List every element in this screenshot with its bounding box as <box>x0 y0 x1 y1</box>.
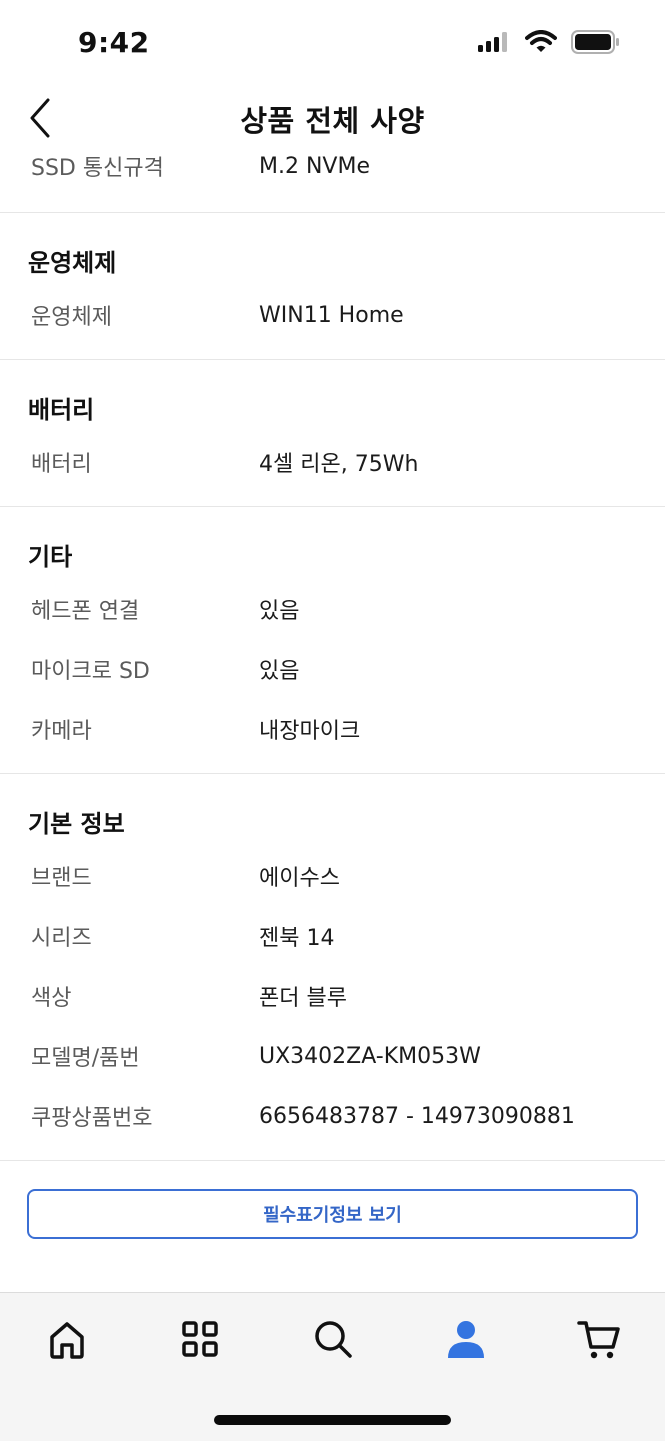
spec-value: WIN11 Home <box>259 302 404 328</box>
spec-row: 쿠팡상품번호 6656483787 - 14973090881 <box>0 1086 665 1146</box>
spec-label: 마이크로 SD <box>31 659 150 684</box>
tab-search[interactable] <box>309 1315 357 1363</box>
tab-cart[interactable] <box>575 1315 623 1363</box>
spec-row: 헤드폰 연결 있음 <box>0 579 665 639</box>
spec-value: M.2 NVMe <box>259 153 370 179</box>
spec-value: 4셀 리온, 75Wh <box>259 452 419 477</box>
cellular-signal-icon <box>478 32 507 52</box>
spec-label: 시리즈 <box>31 926 92 951</box>
cart-icon <box>577 1321 620 1359</box>
wifi-icon <box>525 30 557 52</box>
status-time: 9:42 <box>78 26 150 59</box>
user-icon <box>448 1321 484 1358</box>
spec-row: 시리즈 젠북 14 <box>0 906 665 966</box>
tab-home[interactable] <box>43 1315 91 1363</box>
spec-value: 에이수스 <box>259 866 340 891</box>
spec-row: 마이크로 SD 있음 <box>0 639 665 699</box>
required-info-button[interactable]: 필수표기정보 보기 <box>27 1189 638 1239</box>
spec-row: 모델명/품번 UX3402ZA-KM053W <box>0 1026 665 1086</box>
spec-section-etc: 기타 헤드폰 연결 있음 마이크로 SD 있음 카메라 내장마이크 <box>0 507 665 773</box>
spec-label: 쿠팡상품번호 <box>31 1106 153 1131</box>
spec-row: 색상 폰더 블루 <box>0 966 665 1026</box>
section-title: 운영체제 <box>28 249 117 277</box>
spec-value: 6656483787 - 14973090881 <box>259 1103 575 1129</box>
spec-value: 폰더 블루 <box>259 986 347 1011</box>
tab-categories[interactable] <box>176 1315 224 1363</box>
spec-label: 배터리 <box>31 452 92 477</box>
spec-list: SSD 통신규격 M.2 NVMe 운영체제 운영체제 WIN11 Home 배… <box>0 138 665 1239</box>
spec-row: 배터리 4셀 리온, 75Wh <box>0 432 665 492</box>
page-title: 상품 전체 사양 <box>240 104 425 138</box>
tab-my-account[interactable] <box>442 1315 490 1363</box>
status-bar: 9:42 <box>0 0 665 90</box>
spec-label: 모델명/품번 <box>31 1046 140 1071</box>
spec-label: 카메라 <box>31 719 92 744</box>
section-title: 배터리 <box>28 396 95 424</box>
spec-section-battery: 배터리 배터리 4셀 리온, 75Wh <box>0 360 665 506</box>
action-area: 필수표기정보 보기 <box>0 1161 665 1239</box>
search-icon <box>315 1321 352 1358</box>
spec-section-basic-info: 기본 정보 브랜드 에이수스 시리즈 젠북 14 색상 폰더 블루 모델명/품번… <box>0 774 665 1160</box>
home-indicator <box>214 1415 451 1425</box>
spec-label: 운영체제 <box>31 305 112 330</box>
spec-label: 헤드폰 연결 <box>31 599 140 624</box>
home-icon <box>50 1322 84 1359</box>
spec-row: 카메라 내장마이크 <box>0 699 665 759</box>
spec-section-os: 운영체제 운영체제 WIN11 Home <box>0 213 665 359</box>
categories-grid-icon <box>182 1321 218 1357</box>
section-title: 기본 정보 <box>28 810 125 838</box>
spec-value: 있음 <box>259 659 300 684</box>
spec-label: 브랜드 <box>31 866 92 891</box>
battery-icon <box>571 30 619 54</box>
spec-label: 색상 <box>31 986 72 1011</box>
section-title: 기타 <box>28 543 73 571</box>
status-icons <box>477 30 621 54</box>
spec-value: 내장마이크 <box>259 719 361 744</box>
spec-row: SSD 통신규격 M.2 NVMe <box>0 138 665 194</box>
spec-section-storage-partial: SSD 통신규격 M.2 NVMe <box>0 138 665 212</box>
spec-row: 브랜드 에이수스 <box>0 846 665 906</box>
spec-value: UX3402ZA-KM053W <box>259 1043 481 1069</box>
spec-value: 젠북 14 <box>259 926 335 951</box>
spec-value: 있음 <box>259 599 300 624</box>
spec-label: SSD 통신규격 <box>31 156 164 181</box>
spec-row: 운영체제 WIN11 Home <box>0 285 665 345</box>
